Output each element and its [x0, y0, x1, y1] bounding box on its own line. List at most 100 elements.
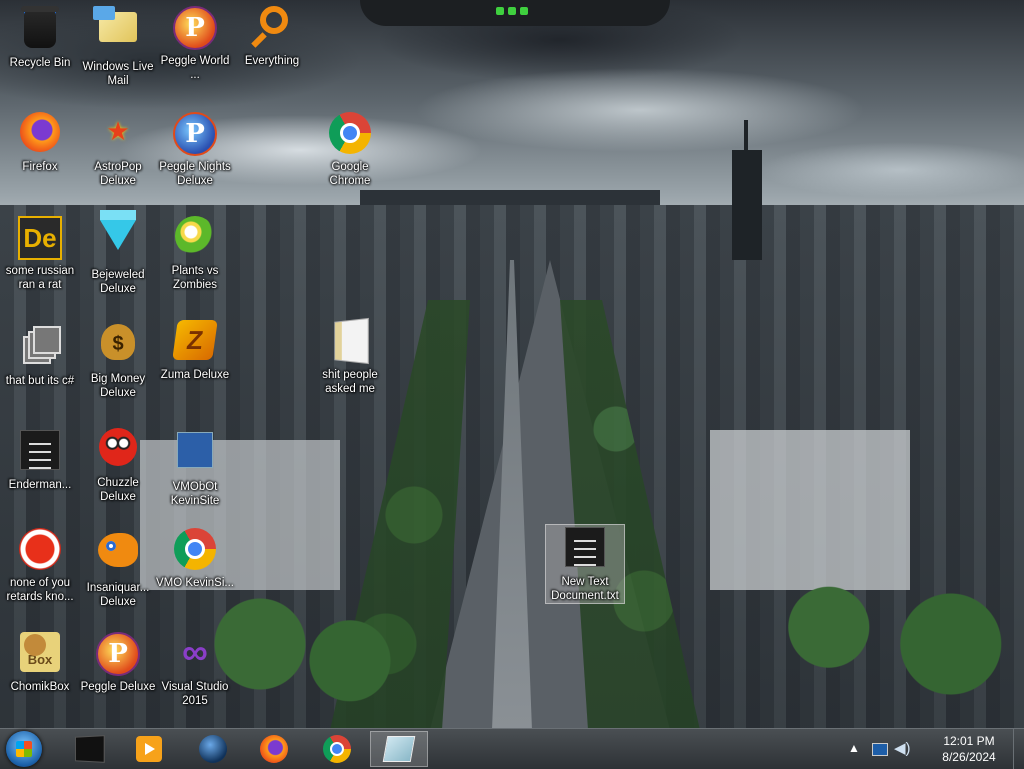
start-button[interactable] [6, 731, 42, 767]
desktop-icon-plants-vs-zombies[interactable]: Plants vs Zombies [155, 216, 235, 292]
mail-icon [93, 6, 140, 56]
folder-icon [328, 317, 372, 365]
desktop-icon-none-of-you-retards[interactable]: none of you retards kno... [0, 528, 80, 604]
plant-icon [173, 216, 217, 260]
desktop-icon-insaniquarium-deluxe[interactable]: Insaniquar... Deluxe [78, 528, 158, 609]
recycle-bin-icon [18, 6, 62, 52]
chrome-icon [173, 528, 217, 572]
peggle-nights-icon: P [173, 112, 217, 156]
desktop-icon-label: VMO KevinSi... [156, 577, 234, 589]
shortcut-icon [173, 432, 217, 476]
firefox-icon [18, 112, 62, 156]
taskbar: ▲ ◀) 12:01 PM 8/26/2024 [0, 728, 1024, 769]
desktop-icon-enderman[interactable]: Enderman... [0, 428, 80, 492]
desktop-icon-label: Big Money Deluxe [90, 373, 146, 399]
astropop-icon: ★ [106, 117, 130, 147]
desktop-icon-label: shit people asked me [322, 369, 378, 395]
desktop-icon-some-russian-ran-a-rat[interactable]: De some russian ran a rat [0, 216, 80, 292]
desktop-icon-label: some russian ran a rat [5, 265, 75, 291]
desktop-icon-everything[interactable]: Everything [232, 6, 312, 68]
desktop-icon-label: ChomikBox [10, 681, 70, 693]
desktop-icon-label: Zuma Deluxe [160, 369, 230, 381]
desktop-icon-peggle-world[interactable]: P Peggle World ... [155, 6, 235, 82]
desktop-icon-peggle-deluxe[interactable]: P Peggle Deluxe [78, 632, 158, 694]
desktop-icon-vmo-kevinsi[interactable]: VMO KevinSi... [155, 528, 235, 590]
desktop-icon-firefox[interactable]: Firefox [0, 112, 80, 174]
desktop-icon-label: Visual Studio 2015 [161, 681, 229, 707]
taskbar-item-media-player[interactable] [120, 731, 178, 767]
status-dot-icon [508, 7, 516, 15]
desktop-icon-label: VMObOt KevinSite [170, 481, 220, 507]
speaker-icon[interactable]: ◀) [894, 739, 911, 757]
desktop-icon-label: Everything [244, 55, 300, 67]
visual-studio-icon: ∞ [182, 631, 208, 672]
status-dot-icon [496, 7, 504, 15]
desktop-icon-label: Insaniquar... Deluxe [86, 582, 150, 608]
top-gadget-bar[interactable] [360, 0, 670, 26]
desktop-icon-chomikbox[interactable]: Box ChomikBox [0, 632, 80, 694]
clock[interactable]: 12:01 PM 8/26/2024 [924, 733, 1014, 765]
desktop-icon-label: Firefox [22, 161, 58, 173]
desktop-icon-that-but-its-csharp[interactable]: that but its c# [0, 320, 80, 388]
desktop-icon-new-text-document[interactable]: New Text Document.txt [545, 524, 625, 604]
desktop-icon-peggle-nights-deluxe[interactable]: P Peggle Nights Deluxe [155, 112, 235, 188]
desktop-icon-label: Peggle Deluxe [80, 681, 156, 693]
peggle-icon: P [96, 632, 140, 676]
taskbar-item-notepad[interactable] [370, 731, 428, 767]
fish-icon [96, 533, 140, 577]
desktop-icon-label: New Text Document.txt [551, 576, 619, 602]
status-dot-icon [520, 7, 528, 15]
desktop-icon-label: Plants vs Zombies [171, 265, 219, 291]
taskbar-item-command-prompt[interactable] [60, 731, 118, 767]
chomikbox-icon: Box [18, 632, 62, 676]
taskbar-item-chrome[interactable] [308, 731, 366, 767]
desktop-icon-zuma-deluxe[interactable]: Z Zuma Deluxe [155, 320, 235, 382]
media-player-icon [136, 736, 162, 762]
globe-icon [199, 735, 227, 763]
search-icon [250, 6, 294, 50]
desktop-icon-label: Windows Live Mail [82, 61, 154, 87]
desktop-icon-visual-studio-2015[interactable]: ∞ Visual Studio 2015 [155, 632, 235, 708]
notepad-icon [382, 736, 416, 762]
show-hidden-icons-icon[interactable]: ▲ [848, 741, 860, 755]
wallpaper-trees-bottom-right [780, 560, 1024, 728]
de-app-icon: De [18, 216, 62, 260]
desktop-icon-label: AstroPop Deluxe [94, 161, 142, 187]
gem-icon [96, 210, 140, 264]
window-stack-icon [18, 326, 62, 370]
desktop-icon-bejeweled-deluxe[interactable]: Bejeweled Deluxe [78, 210, 158, 296]
wallpaper-tower [732, 150, 762, 260]
text-file-icon [563, 527, 607, 571]
desktop-icon-label: Bejeweled Deluxe [91, 269, 145, 295]
peggle-icon: P [173, 6, 217, 50]
console-icon [75, 735, 105, 763]
desktop-icon-label: Google Chrome [329, 161, 371, 187]
show-desktop-button[interactable] [1013, 729, 1024, 769]
red-bird-icon [18, 528, 62, 572]
chuzzle-icon [96, 428, 140, 472]
text-file-icon [18, 430, 62, 474]
desktop-icon-label: Recycle Bin [9, 57, 71, 69]
desktop-icon-label: none of you retards kno... [6, 577, 74, 603]
desktop-icon-chuzzle-deluxe[interactable]: Chuzzle Deluxe [78, 428, 158, 504]
system-tray: ▲ ◀) 12:01 PM 8/26/2024 [846, 729, 1024, 769]
desktop-icon-windows-live-mail[interactable]: Windows Live Mail [78, 6, 158, 88]
taskbar-item-globe-app[interactable] [184, 731, 242, 767]
desktop-icon-label: Chuzzle Deluxe [97, 477, 139, 503]
desktop-icon-label: Peggle World ... [160, 55, 230, 81]
desktop-icon-recycle-bin[interactable]: Recycle Bin [0, 6, 80, 70]
desktop-icon-google-chrome[interactable]: Google Chrome [310, 112, 390, 188]
chrome-icon [323, 735, 351, 763]
money-bag-icon: $ [96, 324, 140, 368]
action-center-icon[interactable] [872, 743, 888, 756]
desktop-icon-astropop-deluxe[interactable]: ★ AstroPop Deluxe [78, 112, 158, 188]
desktop-icon-big-money-deluxe[interactable]: $ Big Money Deluxe [78, 320, 158, 400]
taskbar-item-firefox[interactable] [245, 731, 303, 767]
desktop-icon-vmobot-kevinsite[interactable]: VMObOt KevinSite [155, 428, 235, 508]
firefox-icon [260, 735, 288, 763]
desktop-icon-label: Peggle Nights Deluxe [159, 161, 231, 187]
chrome-icon [328, 112, 372, 156]
clock-time: 12:01 PM [943, 734, 995, 748]
desktop-icon-label: that but its c# [5, 375, 75, 387]
desktop-icon-shit-people-asked-me[interactable]: shit people asked me [310, 317, 390, 396]
